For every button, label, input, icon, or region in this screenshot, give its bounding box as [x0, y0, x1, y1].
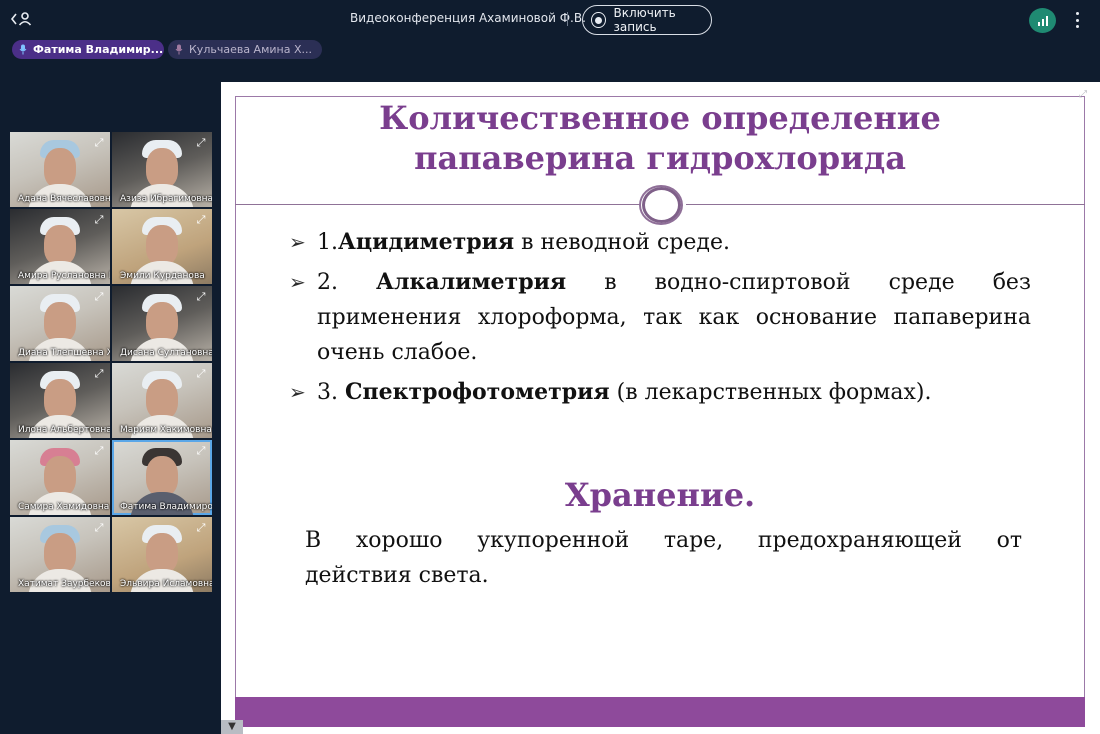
storage-heading: Хранение. — [564, 476, 756, 514]
participant-name: Адана Вячеславовна Х — [18, 194, 110, 204]
expand-icon[interactable]: ⤢ — [194, 213, 208, 227]
arrow-bullet-icon: ➢ — [289, 380, 306, 404]
record-button[interactable]: Включить запись — [582, 5, 712, 35]
slide-footer-band — [235, 697, 1085, 727]
speaker-name: Кульчаева Амина Х... — [189, 43, 312, 56]
more-vertical-icon — [1075, 12, 1079, 15]
participant-name: Азиза Ибрагимовна Б — [120, 194, 212, 204]
expand-icon[interactable]: ⤢ — [194, 136, 208, 150]
arrow-bullet-icon: ➢ — [289, 270, 306, 294]
expand-icon[interactable]: ⤢ — [92, 290, 106, 304]
arrow-bullet-icon: ➢ — [289, 230, 306, 254]
list-item: ➢ 3. Спектрофотометрия (в лекарственных … — [289, 375, 1031, 410]
divider-ring — [639, 185, 683, 225]
back-button[interactable] — [10, 9, 36, 29]
expand-icon[interactable]: ⤢ — [194, 290, 208, 304]
conference-title: Видеоконференция Ахаминовой Ф.В. — [350, 11, 586, 25]
expand-icon[interactable]: ⤢ — [92, 444, 106, 458]
participant-tile[interactable]: ⤢ Эльвира Исламовна — [112, 517, 212, 592]
participant-name: Илона Альбертовна — [18, 425, 110, 435]
record-icon — [591, 12, 606, 28]
participant-name: Дисана Султановна Т — [120, 348, 212, 358]
expand-icon[interactable]: ⤢ — [92, 136, 106, 150]
mic-icon — [18, 44, 28, 56]
signal-button[interactable] — [1029, 8, 1056, 33]
participant-name: Эмили Курданова — [120, 271, 205, 281]
participant-tile[interactable]: ⤢ Адана Вячеславовна Х — [10, 132, 110, 207]
expand-icon[interactable]: ⤢ — [194, 521, 208, 535]
participant-tile-active[interactable]: ⤢ Фатима Владимиров — [112, 440, 212, 515]
signal-icon — [1037, 22, 1040, 26]
record-label: Включить запись — [613, 6, 676, 34]
speaker-name: Фатима Владимир... — [33, 43, 164, 56]
expand-icon[interactable]: ⤢ — [194, 444, 208, 458]
storage-text: В хорошо укупоренной таре, предохраняюще… — [305, 528, 1022, 588]
back-user-icon — [10, 12, 32, 26]
participant-name: Диана Тлепшевна Ха — [18, 348, 110, 358]
participant-name: Хатимат Заурбекови — [18, 579, 110, 589]
title-divider — [235, 204, 643, 205]
expand-icon[interactable]: ⤢ — [92, 213, 106, 227]
more-options-button[interactable] — [1070, 10, 1084, 30]
participant-tile[interactable]: ⤢ Амира Руслановна Г — [10, 209, 110, 284]
expand-icon[interactable]: ⤢ — [92, 521, 106, 535]
participant-tile[interactable]: ⤢ Дисана Султановна Т — [112, 286, 212, 361]
participant-tile[interactable]: ⤢ Илона Альбертовна — [10, 363, 110, 438]
participant-tile[interactable]: ⤢ Диана Тлепшевна Ха — [10, 286, 110, 361]
expand-icon[interactable]: ⤢ — [194, 367, 208, 381]
mic-icon — [174, 44, 184, 56]
list-item: ➢ 2. Алкалиметрия в водно-спиртовой сред… — [289, 265, 1031, 370]
title-divider — [686, 204, 1085, 205]
scroll-down-icon[interactable]: ▼ — [221, 720, 243, 734]
slide-title: Количественное определение папаверина ги… — [379, 99, 941, 177]
participant-name: Эльвира Исламовна — [120, 579, 212, 589]
expand-icon[interactable]: ⤢ — [92, 367, 106, 381]
participant-name: Мариям Хакимовна Т — [120, 425, 212, 435]
participant-tile[interactable]: ⤢ Мариям Хакимовна Т — [112, 363, 212, 438]
top-bar: Видеоконференция Ахаминовой Ф.В. Включит… — [0, 0, 1100, 40]
title-separator — [567, 12, 568, 26]
participant-name: Фатима Владимиров — [120, 502, 212, 512]
speaker-chip[interactable]: Кульчаева Амина Х... — [168, 40, 322, 59]
participant-tile[interactable]: ⤢ Азиза Ибрагимовна Б — [112, 132, 212, 207]
shared-slide: ⤢ Количественное определение папаверина … — [221, 82, 1100, 734]
speaker-chip[interactable]: Фатима Владимир... — [12, 40, 164, 59]
participant-name: Самира Хамидовна Г — [18, 502, 110, 512]
participant-gallery: ⤢ Адана Вячеславовна Х ⤢ Азиза Ибрагимов… — [10, 132, 212, 594]
participant-name: Амира Руслановна Г — [18, 271, 110, 281]
participant-tile[interactable]: ⤢ Самира Хамидовна Г — [10, 440, 110, 515]
participant-tile[interactable]: ⤢ Эмили Курданова — [112, 209, 212, 284]
method-list: ➢ 1.Ацидиметрия в неводной среде. ➢ 2. А… — [289, 225, 1031, 410]
list-item: ➢ 1.Ацидиметрия в неводной среде. — [289, 225, 1031, 260]
participant-tile[interactable]: ⤢ Хатимат Заурбекови — [10, 517, 110, 592]
